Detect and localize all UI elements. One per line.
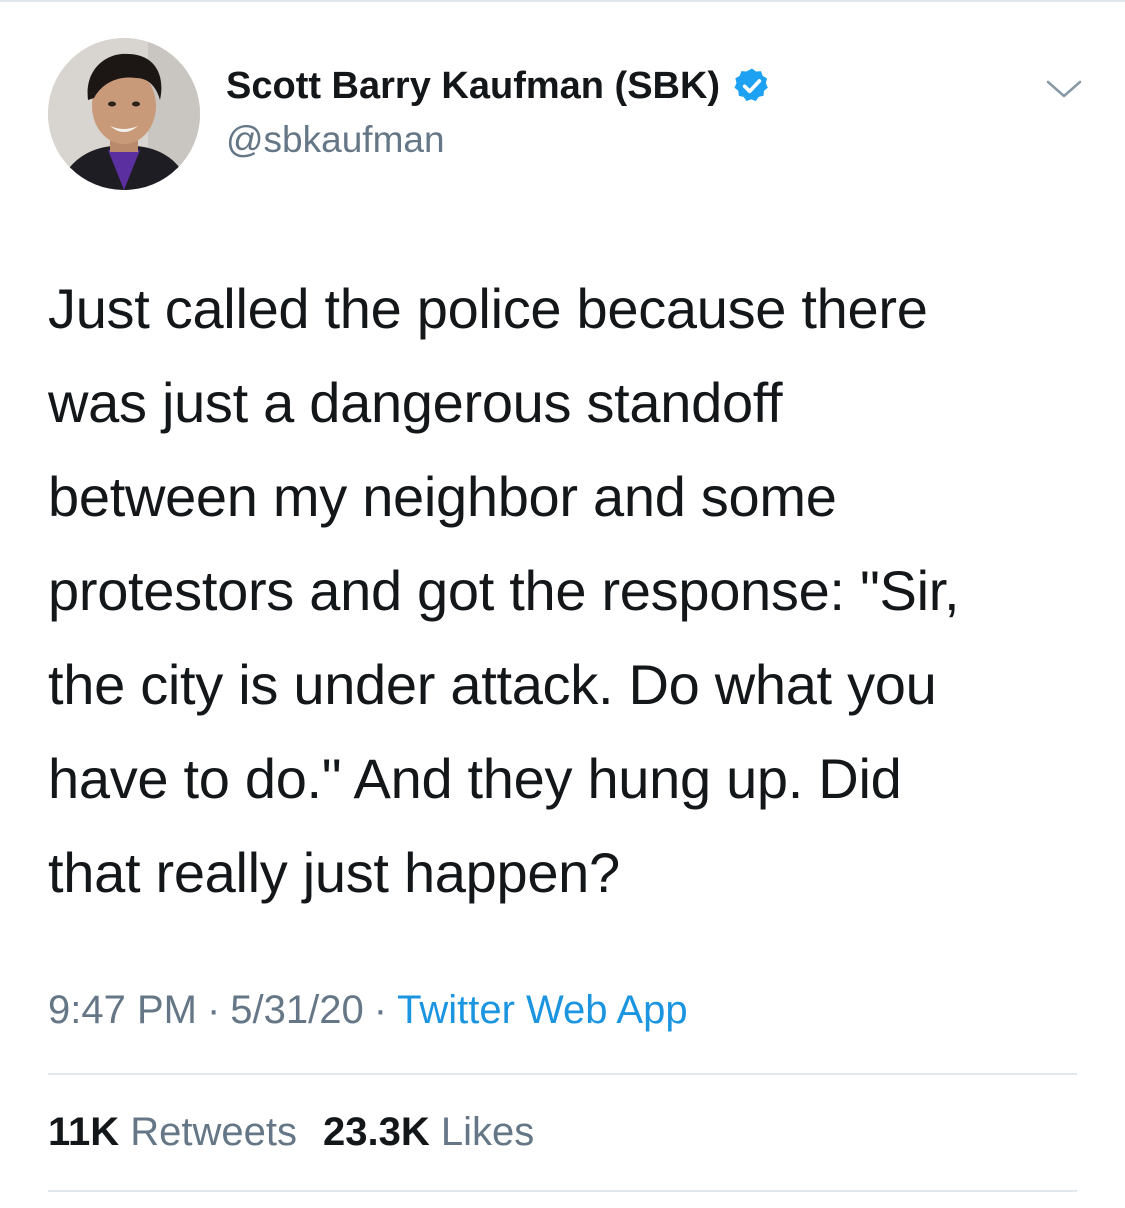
avatar-photo [48,38,200,190]
tweet-stats: 11K Retweets 23.3K Likes [48,1104,534,1160]
top-divider [0,0,1125,2]
meta-separator: · [373,988,388,1032]
author-handle[interactable]: @sbkaufman [226,116,445,164]
chevron-down-icon[interactable] [1044,74,1084,104]
tweet-time[interactable]: 9:47 PM [48,988,197,1032]
stats-top-divider [48,1073,1077,1075]
likes-stat[interactable]: 23.3K Likes [323,1110,534,1154]
likes-label: Likes [440,1110,535,1154]
tweet-source-link[interactable]: Twitter Web App [397,988,688,1032]
author-name[interactable]: Scott Barry Kaufman (SBK) [226,62,772,110]
verified-badge-icon [734,68,768,101]
tweet-metadata: 9:47 PM · 5/31/20 · Twitter Web App [48,982,688,1038]
stats-bottom-divider [48,1190,1077,1192]
tweet-text: Just called the police because there was… [48,277,960,904]
retweets-label: Retweets [130,1110,298,1154]
likes-count: 23.3K [323,1110,430,1154]
author-name-text[interactable]: Scott Barry Kaufman (SBK) [226,62,720,110]
retweets-count: 11K [48,1110,120,1154]
retweets-stat[interactable]: 11K Retweets [48,1110,297,1154]
tweet-date[interactable]: 5/31/20 [230,988,363,1032]
meta-separator: · [206,988,221,1032]
author-avatar[interactable] [48,38,200,190]
